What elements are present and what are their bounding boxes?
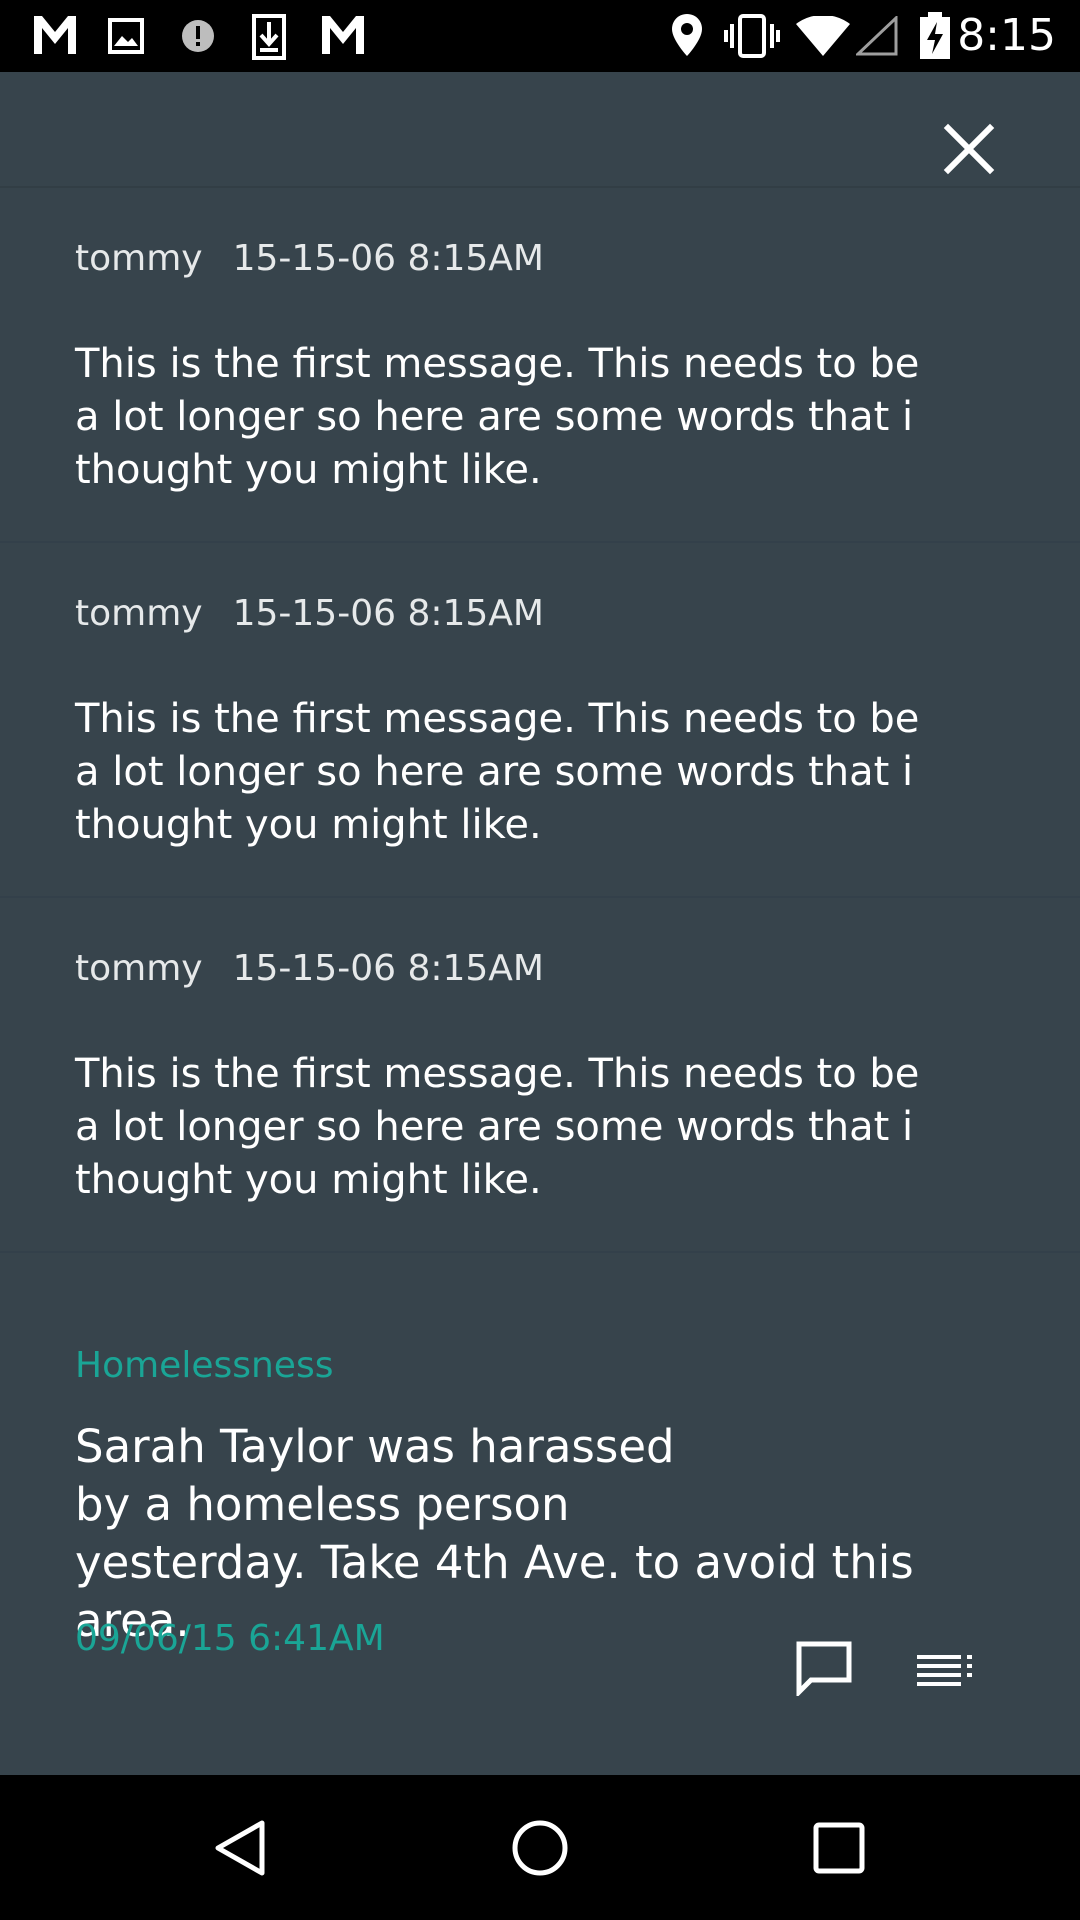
report-timestamp: 09/06/15 6:41AM — [75, 1618, 385, 1659]
message-author: tommy — [75, 238, 203, 279]
message-meta: tommy 15-15-06 8:15AM — [75, 948, 544, 989]
message-meta: tommy 15-15-06 8:15AM — [75, 593, 544, 634]
download-icon — [252, 14, 286, 60]
report-category[interactable]: Homelessness — [75, 1345, 333, 1386]
battery-charging-icon — [920, 12, 950, 59]
status-time: 8:15 — [957, 10, 1056, 61]
home-icon[interactable] — [509, 1817, 571, 1879]
report-card: Homelessness Sarah Taylor was harassed b… — [0, 1253, 1080, 1775]
wifi-icon — [796, 16, 850, 56]
message-body: This is the first message. This needs to… — [75, 1051, 920, 1203]
message-timestamp: 15-15-06 8:15AM — [232, 238, 544, 279]
message-timestamp: 15-15-06 8:15AM — [232, 593, 544, 634]
message-author: tommy — [75, 948, 203, 989]
report-body: Sarah Taylor was harassed by a homeless … — [75, 1418, 1035, 1650]
message-body: This is the first message. This needs to… — [75, 696, 920, 848]
message-meta: tommy 15-15-06 8:15AM — [75, 238, 544, 279]
navigation-bar — [0, 1775, 1080, 1920]
comment-icon[interactable] — [795, 1640, 853, 1696]
message-item: tommy 15-15-06 8:15AM This is the first m… — [0, 898, 1080, 1253]
message-body: This is the first message. This needs to… — [75, 341, 920, 493]
photo-icon — [108, 18, 144, 54]
recents-icon[interactable] — [808, 1817, 870, 1879]
vibrate-icon — [724, 14, 780, 58]
report-line: by a homeless person — [75, 1478, 570, 1531]
alert-icon — [182, 20, 214, 52]
message-list: tommy 15-15-06 8:15AM This is the first m… — [0, 188, 1080, 1253]
report-line: Sarah Taylor was harassed — [75, 1420, 675, 1473]
back-icon[interactable] — [210, 1817, 272, 1879]
gmail-icon — [34, 16, 76, 54]
message-author: tommy — [75, 593, 203, 634]
message-item: tommy 15-15-06 8:15AM This is the first m… — [0, 543, 1080, 898]
message-timestamp: 15-15-06 8:15AM — [232, 948, 544, 989]
message-item: tommy 15-15-06 8:15AM This is the first m… — [0, 188, 1080, 543]
status-bar: 8:15 — [0, 0, 1080, 72]
gmail-icon — [322, 16, 364, 54]
app-header — [0, 72, 1080, 188]
location-icon — [672, 14, 702, 56]
menu-list-icon[interactable] — [917, 1655, 973, 1687]
close-icon[interactable] — [940, 120, 998, 178]
signal-icon — [856, 16, 898, 56]
